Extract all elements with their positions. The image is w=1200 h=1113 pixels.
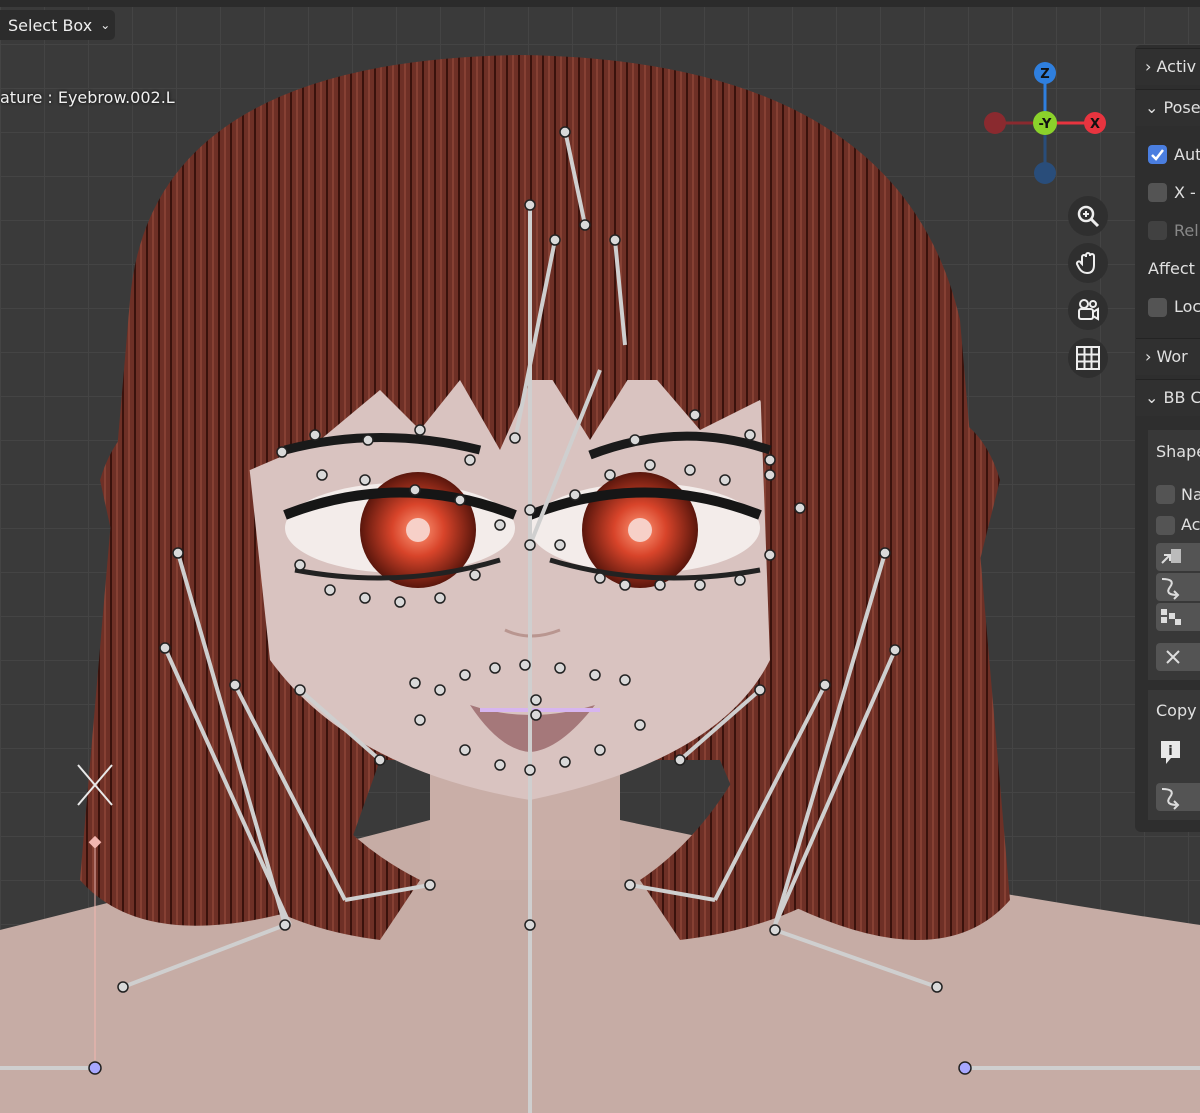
grid-mix-button[interactable] (1156, 603, 1200, 631)
clipboard-icon (1161, 549, 1181, 564)
3d-viewport[interactable]: Select Box ⌄ ature : Eyebrow.002.L Z -Y … (0, 0, 1200, 1113)
check-icon (1151, 149, 1164, 161)
gizmo-x-label: X (1090, 117, 1100, 132)
clear-button[interactable] (1156, 643, 1200, 671)
chevron-right-icon: › (1145, 57, 1152, 76)
info-icon[interactable]: i (1158, 738, 1184, 766)
shape-label: Shape (1156, 442, 1200, 461)
gizmo-y-label: -Y (1039, 117, 1052, 132)
affect-label: Affect (1148, 259, 1195, 278)
curve-button-2[interactable] (1156, 783, 1200, 811)
chevron-down-icon: ⌄ (1145, 388, 1159, 407)
gizmo-neg-x-axis (984, 112, 1006, 134)
camera-icon (1078, 299, 1099, 321)
auto-label: Aut (1174, 145, 1200, 164)
active-object-label: ature : Eyebrow.002.L (0, 88, 175, 107)
ac-label: Ac (1181, 515, 1200, 534)
navigation-gizmo[interactable]: Z -Y X (975, 55, 1115, 195)
close-icon (1166, 650, 1180, 664)
auto-checkbox[interactable] (1148, 145, 1167, 164)
panel-bb-title[interactable]: ⌄ BB C (1145, 388, 1200, 407)
x-axis-checkbox[interactable] (1148, 183, 1167, 202)
panel-pose-title[interactable]: ⌄ Pose (1145, 98, 1200, 117)
select-box-label: Select Box (8, 15, 93, 35)
zoom-button[interactable] (1068, 196, 1108, 236)
curve-arrow-icon (1161, 578, 1180, 600)
select-box-dropdown[interactable]: Select Box ⌄ (0, 10, 115, 40)
x-axis-label: X - A (1174, 183, 1200, 202)
hand-pan-icon (1075, 252, 1095, 275)
gizmo-z-label: Z (1040, 67, 1049, 82)
panel-world-title[interactable]: › Wor (1145, 347, 1188, 366)
chevron-down-icon: ⌄ (1145, 98, 1159, 117)
chevron-down-icon: ⌄ (100, 18, 111, 32)
relative-checkbox[interactable] (1148, 221, 1167, 240)
grid-icon (1076, 346, 1100, 370)
checker-icon (1161, 609, 1181, 625)
svg-text:i: i (1168, 744, 1172, 759)
na-checkbox[interactable] (1156, 485, 1175, 504)
na-label: Na (1181, 485, 1200, 504)
ortho-toggle-button[interactable] (1068, 338, 1108, 378)
chevron-right-icon: › (1145, 347, 1152, 366)
camera-view-button[interactable] (1068, 290, 1108, 330)
zoom-icon (1077, 205, 1100, 228)
curve-arrow-icon (1161, 788, 1180, 810)
pan-button[interactable] (1068, 243, 1108, 283)
curve-button[interactable] (1156, 573, 1200, 601)
locations-label: Loc (1174, 297, 1200, 316)
relative-label: Rel (1174, 221, 1199, 240)
locations-checkbox[interactable] (1148, 298, 1167, 317)
copy-label: Copy (1156, 701, 1197, 720)
copy-paste-button[interactable] (1156, 543, 1200, 571)
panel-active-title[interactable]: › Activ (1145, 57, 1196, 76)
ac-checkbox[interactable] (1156, 516, 1175, 535)
gizmo-neg-z-axis (1034, 162, 1056, 184)
